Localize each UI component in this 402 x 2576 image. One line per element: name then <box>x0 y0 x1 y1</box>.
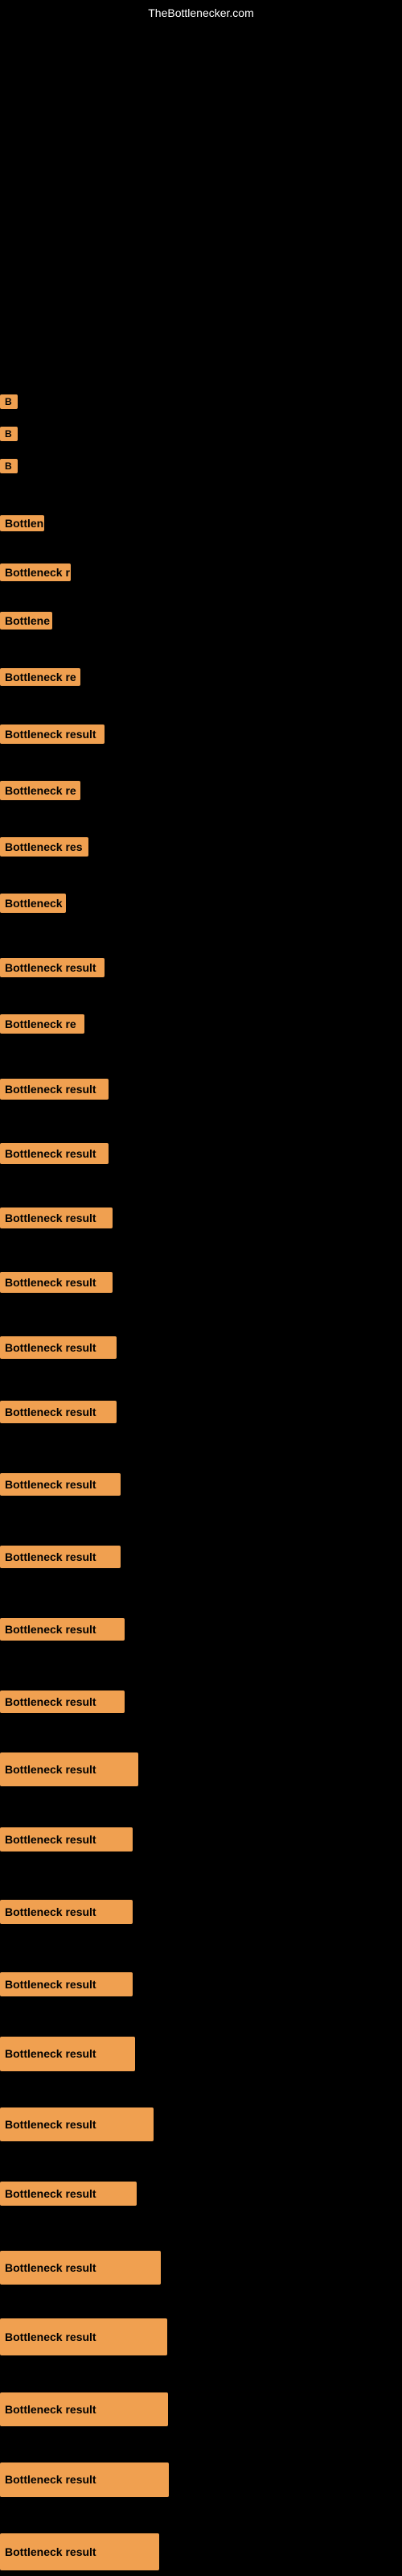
bottleneck-result-label: Bottleneck result <box>0 1401 117 1423</box>
bottleneck-result-label: Bottleneck r <box>0 564 71 581</box>
bottleneck-result-label: Bottleneck result <box>0 2392 168 2426</box>
bottleneck-result-label: Bottleneck result <box>0 2533 159 2570</box>
site-title: TheBottlenecker.com <box>148 6 254 19</box>
bottleneck-result-label: Bottleneck result <box>0 2462 169 2497</box>
bottleneck-result-label: Bottleneck result <box>0 958 105 977</box>
bottleneck-result-label: Bottleneck result <box>0 2182 137 2206</box>
bottleneck-result-label: B <box>0 459 18 473</box>
bottleneck-result-label: Bottleneck result <box>0 1079 109 1100</box>
bottleneck-result-label: Bottleneck result <box>0 1473 121 1496</box>
bottleneck-result-label: Bottleneck result <box>0 1752 138 1786</box>
bottleneck-result-label: Bottleneck result <box>0 1900 133 1924</box>
bottleneck-result-label: B <box>0 427 18 441</box>
bottleneck-result-label: Bottleneck re <box>0 668 80 686</box>
bottleneck-result-label: Bottleneck result <box>0 2107 154 2141</box>
bottleneck-result-label: Bottleneck result <box>0 1546 121 1568</box>
bottleneck-result-label: Bottleneck re <box>0 781 80 800</box>
bottleneck-result-label: Bottleneck re <box>0 1014 84 1034</box>
bottleneck-result-label: Bottleneck result <box>0 2037 135 2071</box>
bottleneck-result-label: Bottleneck result <box>0 2318 167 2355</box>
bottleneck-result-label: Bottleneck result <box>0 1827 133 1852</box>
bottleneck-result-label: Bottlen <box>0 515 44 531</box>
bottleneck-result-label: Bottleneck result <box>0 1272 113 1293</box>
bottleneck-result-label: Bottleneck <box>0 894 66 913</box>
bottleneck-result-label: B <box>0 394 18 409</box>
bottleneck-result-label: Bottleneck result <box>0 1690 125 1713</box>
bottleneck-result-label: Bottleneck result <box>0 1143 109 1164</box>
bottleneck-result-label: Bottleneck result <box>0 2251 161 2285</box>
bottleneck-result-label: Bottlene <box>0 612 52 630</box>
bottleneck-result-label: Bottleneck result <box>0 1618 125 1641</box>
bottleneck-result-label: Bottleneck result <box>0 1208 113 1228</box>
bottleneck-result-label: Bottleneck result <box>0 724 105 744</box>
bottleneck-result-label: Bottleneck res <box>0 837 88 857</box>
bottleneck-result-label: Bottleneck result <box>0 1972 133 1996</box>
bottleneck-result-label: Bottleneck result <box>0 1336 117 1359</box>
